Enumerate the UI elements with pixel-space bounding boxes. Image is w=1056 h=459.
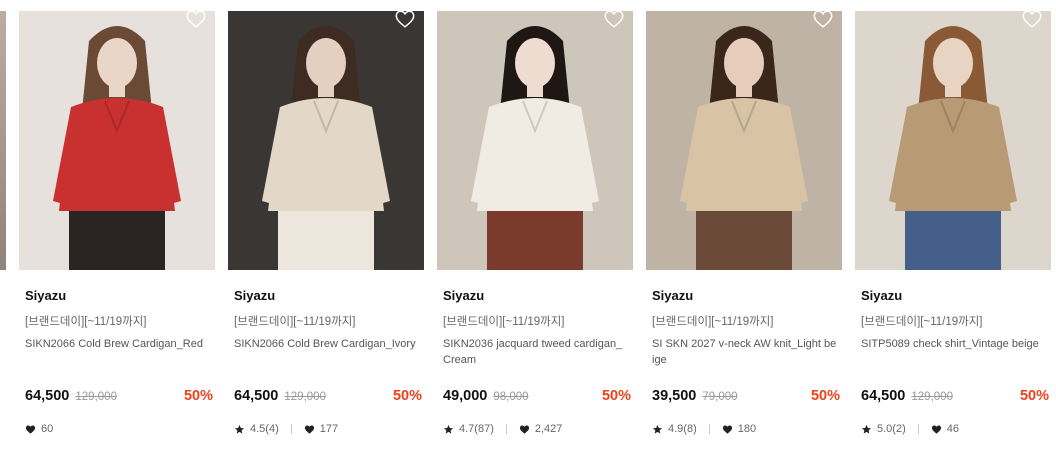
sale-price: 64,500 129,000 — [25, 388, 117, 404]
star-icon — [861, 424, 872, 434]
likes-count: 177 — [319, 423, 339, 435]
heart-filled-icon — [519, 424, 529, 434]
rating-stat: 4.7(87) — [443, 423, 494, 435]
product-card[interactable]: Siyazu [브랜드데이][~11/19까지] SIKN2066 Cold B… — [19, 0, 215, 459]
likes-count: 2,427 — [534, 423, 563, 435]
discount-rate: 50% — [1019, 388, 1049, 404]
heart-filled-icon — [722, 424, 732, 434]
likes-stat: 46 — [931, 423, 959, 435]
product-card[interactable]: Siyazu [브랜드데이][~11/19까지] SIKN2036 jacqua… — [437, 0, 633, 459]
original-price: 129,000 — [284, 391, 326, 403]
product-image[interactable] — [437, 11, 633, 270]
wishlist-heart-icon[interactable] — [1021, 8, 1043, 30]
star-icon — [652, 424, 663, 434]
discount-rate: 50% — [810, 388, 840, 404]
product-card[interactable]: Siyazu [브랜드데이][~11/19까지] SI SKN 2027 v-n… — [646, 0, 842, 459]
stat-divider — [708, 424, 710, 434]
product-image[interactable] — [646, 11, 842, 270]
original-price: 129,000 — [911, 391, 953, 403]
likes-stat: 2,427 — [519, 423, 563, 435]
sale-price-value: 64,500 — [861, 388, 906, 404]
promo-label: [브랜드데이][~11/19까지] — [861, 316, 983, 328]
sale-price: 49,000 98,000 — [443, 388, 529, 404]
promo-label: [브랜드데이][~11/19까지] — [652, 316, 774, 328]
product-name[interactable]: SI SKN 2027 v-neck AW knit_Light beige — [652, 336, 838, 368]
rating-value: 5.0(2) — [877, 423, 906, 435]
heart-filled-icon — [25, 424, 36, 434]
previous-product-peek[interactable] — [0, 11, 6, 270]
sale-price-value: 39,500 — [652, 388, 697, 404]
product-image[interactable] — [855, 11, 1051, 270]
original-price: 129,000 — [75, 391, 117, 403]
product-stats: 4.9(8) 180 — [652, 423, 756, 435]
original-price: 98,000 — [493, 391, 529, 403]
product-name[interactable]: SIKN2036 jacquard tweed cardigan_Cream — [443, 336, 629, 368]
stat-divider — [505, 424, 507, 434]
brand-name[interactable]: Siyazu — [861, 288, 902, 303]
likes-count: 60 — [41, 423, 54, 435]
product-name[interactable]: SIKN2066 Cold Brew Cardigan_Red — [25, 336, 211, 352]
promo-label: [브랜드데이][~11/19까지] — [234, 316, 356, 328]
wishlist-heart-icon[interactable] — [394, 8, 416, 30]
wishlist-heart-icon[interactable] — [603, 8, 625, 30]
product-name[interactable]: SIKN2066 Cold Brew Cardigan_Ivory — [234, 336, 420, 352]
discount-rate: 50% — [601, 388, 631, 404]
product-stats: 5.0(2) 46 — [861, 423, 959, 435]
product-image[interactable] — [19, 11, 215, 270]
brand-name[interactable]: Siyazu — [652, 288, 693, 303]
product-row: Siyazu [브랜드데이][~11/19까지] SIKN2066 Cold B… — [0, 0, 1056, 459]
discount-rate: 50% — [183, 388, 213, 404]
product-name[interactable]: SITP5089 check shirt_Vintage beige — [861, 336, 1047, 352]
likes-count: 46 — [946, 423, 959, 435]
product-card[interactable]: Siyazu [브랜드데이][~11/19까지] SIKN2066 Cold B… — [228, 0, 424, 459]
sale-price-value: 64,500 — [25, 388, 70, 404]
promo-label: [브랜드데이][~11/19까지] — [443, 316, 565, 328]
rating-stat: 4.9(8) — [652, 423, 697, 435]
star-icon — [234, 424, 245, 434]
likes-stat: 177 — [304, 423, 338, 435]
product-stats: 4.7(87) 2,427 — [443, 423, 562, 435]
sale-price: 64,500 129,000 — [861, 388, 953, 404]
rating-value: 4.7(87) — [459, 423, 494, 435]
rating-value: 4.5(4) — [250, 423, 279, 435]
wishlist-heart-icon[interactable] — [185, 8, 207, 30]
stat-divider — [290, 424, 292, 434]
likes-stat: 180 — [722, 423, 756, 435]
heart-filled-icon — [304, 424, 314, 434]
brand-name[interactable]: Siyazu — [25, 288, 66, 303]
sale-price-value: 64,500 — [234, 388, 279, 404]
original-price: 79,000 — [702, 391, 738, 403]
product-image[interactable] — [228, 11, 424, 270]
heart-filled-icon — [931, 424, 941, 434]
discount-rate: 50% — [392, 388, 422, 404]
wishlist-heart-icon[interactable] — [812, 8, 834, 30]
product-card[interactable]: Siyazu [브랜드데이][~11/19까지] SITP5089 check … — [855, 0, 1051, 459]
star-icon — [443, 424, 454, 434]
brand-name[interactable]: Siyazu — [443, 288, 484, 303]
sale-price: 64,500 129,000 — [234, 388, 326, 404]
likes-count: 180 — [737, 423, 757, 435]
rating-stat: 4.5(4) — [234, 423, 279, 435]
brand-name[interactable]: Siyazu — [234, 288, 275, 303]
rating-stat: 5.0(2) — [861, 423, 906, 435]
sale-price-value: 49,000 — [443, 388, 488, 404]
sale-price: 39,500 79,000 — [652, 388, 738, 404]
product-stats: 60 — [25, 423, 53, 435]
product-stats: 4.5(4) 177 — [234, 423, 338, 435]
promo-label: [브랜드데이][~11/19까지] — [25, 316, 147, 328]
stat-divider — [917, 424, 919, 434]
rating-value: 4.9(8) — [668, 423, 697, 435]
likes-stat: 60 — [25, 423, 53, 435]
